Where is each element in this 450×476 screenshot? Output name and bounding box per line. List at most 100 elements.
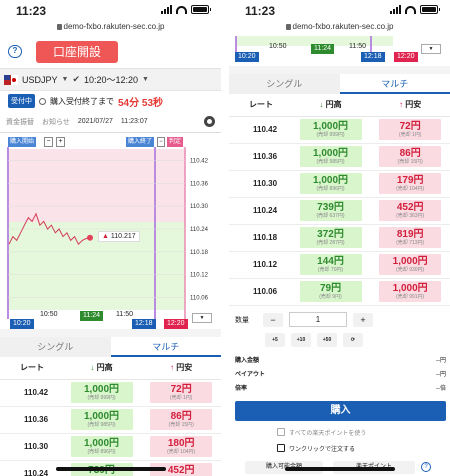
check-icon: ✔ (72, 74, 80, 84)
battery-icon (420, 5, 440, 14)
table-header: レート ↓ 円高 ↑ 円安 (0, 357, 221, 380)
tab-multi[interactable]: マルチ (110, 337, 221, 357)
buy-price-button[interactable]: 1,000円 (売却 896円) (70, 436, 133, 457)
judge-button[interactable]: 判定 (167, 137, 184, 147)
buy-price-button[interactable]: 1,000円 (売却 999円) (299, 119, 362, 140)
sell-price-button[interactable]: 1,000円 (売却 930円) (379, 254, 442, 275)
time-start: 10:20 (235, 52, 259, 62)
quantity-minus-button[interactable]: − (263, 312, 283, 327)
sell-price-button[interactable]: 179円 (売却 104円) (379, 173, 442, 194)
buy-price-button[interactable]: 144円 (売却 70円) (299, 254, 362, 275)
rate-cell: 110.06 (229, 278, 291, 306)
price-chart[interactable]: 110.42 110.36 110.30 110.24 110.18 110.12 110.… (0, 133, 221, 329)
chart-dropdown[interactable]: ▼ (421, 44, 441, 54)
col-buy: 円高 (325, 100, 342, 110)
table-row: 110.42 1,000円 (売却 999円) 72円 (売却 1円) (0, 379, 221, 407)
buy-price-button[interactable]: 1,000円 (売却 985円) (70, 409, 133, 430)
refresh-icon[interactable]: ⟳ (343, 332, 363, 347)
buy-price-button[interactable]: 372円 (売却 287円) (299, 227, 362, 248)
y-tick-label: 110.24 (190, 227, 209, 233)
sell-price-button[interactable]: 180円 (売却 104円) (150, 436, 213, 457)
chart-dropdown[interactable]: ▼ (192, 313, 212, 323)
add5-button[interactable]: +5 (265, 332, 285, 347)
home-indicator (55, 467, 166, 471)
add50-button[interactable]: +50 (317, 332, 337, 347)
help-icon[interactable]: ? (421, 461, 431, 472)
sell-price-button[interactable]: 72円 (売却 1円) (379, 119, 442, 140)
y-tick-label: 110.12 (190, 273, 209, 279)
chevron-down-icon[interactable]: ▼ (62, 76, 69, 83)
tab-multi[interactable]: マルチ (339, 74, 450, 94)
end-button[interactable]: 購入終了 (126, 137, 155, 147)
down-arrow-icon: ↑ (170, 363, 175, 373)
add10-button[interactable]: +10 (291, 332, 311, 347)
col-buy: 円高 (96, 363, 113, 373)
start-button[interactable]: 購入開始 (8, 137, 37, 147)
total-row: 購入金額 --円 (235, 358, 446, 364)
chevron-down-icon[interactable]: ▼ (142, 76, 149, 83)
pair-select[interactable]: USDJPY (22, 75, 58, 85)
open-account-button[interactable]: 口座開設 (36, 41, 118, 63)
quantity-input[interactable]: 1 (289, 312, 347, 327)
table-row: 110.06 79円 (売却 9円) 1,000円 (売却 991円) (229, 278, 450, 306)
gear-icon[interactable] (204, 116, 215, 127)
table-row: 110.18 372円 (売却 287円) 819円 (売却 713円) (229, 224, 450, 252)
url-bar[interactable]: demo-fxbo.rakuten-sec.co.jp (229, 22, 450, 36)
right-screen: 11:23 demo-fxbo.rakuten-sec.co.jp 10:20 … (229, 0, 450, 476)
sell-price-button[interactable]: 86円 (売却 15円) (379, 146, 442, 167)
down-arrow-icon: ↑ (399, 100, 404, 110)
help-chat-icon[interactable]: ? (8, 45, 22, 58)
end-minus-icon[interactable]: − (157, 137, 165, 147)
sell-price-button[interactable]: 1,000円 (売却 991円) (379, 281, 442, 302)
signal-icon (390, 5, 401, 14)
top-bar: ? 口座開設 (0, 36, 221, 69)
rate-cell: 110.36 (0, 406, 62, 434)
status-badge: 受付中 (8, 94, 35, 108)
buy-price-button[interactable]: 1,000円 (売却 999円) (70, 382, 133, 403)
left-screen: 11:23 demo-fxbo.rakuten-sec.co.jp ? 口座開設… (0, 0, 221, 476)
wifi-icon (176, 6, 187, 14)
ratio-row: 倍率 --倍 (235, 386, 446, 392)
session-select[interactable]: 10:20〜12:20 (84, 73, 138, 86)
notice-link[interactable]: お知らせ (42, 117, 70, 127)
rate-cell: 110.18 (229, 224, 291, 252)
sell-price-button[interactable]: 72円 (売却 1円) (150, 382, 213, 403)
sell-price-button[interactable]: 86円 (売却 15円) (150, 409, 213, 430)
time-end1: 12:18 (361, 52, 385, 62)
status-bar: 11:23 (0, 0, 221, 22)
sell-price-button[interactable]: 819円 (売却 713円) (379, 227, 442, 248)
buy-price-button[interactable]: 1,000円 (売却 985円) (299, 146, 362, 167)
rate-cell: 110.42 (0, 379, 62, 407)
tab-single[interactable]: シングル (0, 337, 111, 357)
sell-price-button[interactable]: 452円 (売却 363円) (379, 200, 442, 221)
up-arrow-icon: ↓ (90, 363, 95, 373)
table-row: 110.36 1,000円 (売却 985円) 86円 (売却 15円) (0, 406, 221, 434)
rate-cell: 110.30 (0, 433, 62, 461)
rate-cell: 110.36 (229, 143, 291, 171)
url-bar[interactable]: demo-fxbo.rakuten-sec.co.jp (0, 22, 221, 36)
time-mid1: 10:50 (40, 311, 58, 318)
buy-button[interactable]: 購入 (235, 400, 446, 421)
col-sell: 円安 (176, 363, 193, 373)
chart-bottom-strip: 10:20 10:50 11:24 11:50 12:18 12:20 ▼ (229, 36, 450, 66)
order-tabs: シングル マルチ (229, 74, 450, 94)
plus-icon[interactable]: + (56, 137, 65, 147)
quantity-plus-button[interactable]: + (353, 312, 373, 327)
buy-price-button[interactable]: 739円 (売却 637円) (299, 200, 362, 221)
use-points-checkbox[interactable]: すべての楽天ポイントを使う (229, 428, 450, 437)
rate-cell: 110.24 (229, 197, 291, 225)
tab-single[interactable]: シングル (229, 74, 340, 94)
buy-price-button[interactable]: 1,000円 (売却 896円) (299, 173, 362, 194)
up-arrow-icon: ↓ (319, 100, 324, 110)
one-click-checkbox[interactable]: ワンクリックで注文する (229, 444, 450, 453)
minus-icon[interactable]: − (44, 137, 53, 147)
battery-icon (191, 5, 211, 14)
buy-price-button[interactable]: 79円 (売却 9円) (299, 281, 362, 302)
table-row: 110.12 144円 (売却 70円) 1,000円 (売却 930円) (229, 251, 450, 279)
balance-link[interactable]: 資金振替 (6, 117, 34, 127)
status-time: 11:23 (16, 4, 47, 18)
time-mid2: 11:50 (349, 43, 366, 50)
y-tick-label: 110.06 (190, 296, 209, 302)
quote-table: レート ↓ 円高 ↑ 円安 110.42 1,000円 (売却 999円) 72円 (売… (0, 357, 221, 476)
y-tick-label: 110.30 (190, 204, 209, 210)
